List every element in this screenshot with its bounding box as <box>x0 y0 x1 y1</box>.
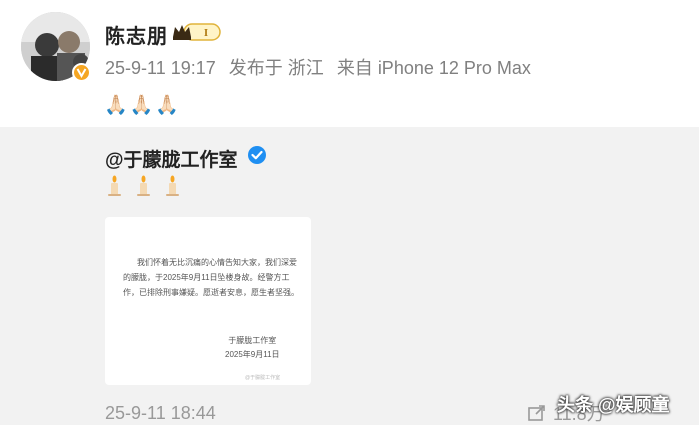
post-meta: 25-9-11 19:17 发布于 浙江 来自 iPhone 12 Pro Ma… <box>105 54 539 80</box>
statement-body: 我们怀着无比沉痛的心情告知大家，我们深爱的朦胧，于2025年9月11日坠楼身故。… <box>123 258 299 297</box>
author-avatar[interactable] <box>21 12 91 82</box>
verified-orange-icon <box>72 63 91 82</box>
post-time[interactable]: 25-9-11 19:17 <box>105 58 216 78</box>
statement-org: 于朦胧工作室 <box>228 336 277 345</box>
share-icon[interactable] <box>527 403 547 423</box>
vip-level-text: I <box>204 27 208 39</box>
weibo-post: 陈志朋 I 25-9-11 19:17 发布于 浙江 来自 iPhone 12 … <box>0 0 699 127</box>
candle-icon <box>108 175 121 196</box>
statement-signature: 于朦胧工作室 2025年9月11日 <box>225 334 280 362</box>
candle-icon <box>137 175 150 196</box>
post-text: 🙏🏻🙏🏻🙏🏻 <box>104 95 181 116</box>
candle-emoji-row <box>105 175 182 197</box>
statement-watermark: @于朦胧工作室 <box>245 375 281 381</box>
reposted-weibo[interactable]: @于朦胧工作室 我们怀着无比沉痛的心情告知大家，我们深爱的朦胧，于2025年9月… <box>0 127 699 425</box>
verified-blue-icon <box>247 145 267 165</box>
statement-image[interactable]: 我们怀着无比沉痛的心情告知大家，我们深爱的朦胧，于2025年9月11日坠楼身故。… <box>105 217 311 385</box>
repost-author[interactable]: @于朦胧工作室 <box>105 145 238 172</box>
toutiao-watermark: 头条 @娱顾童 <box>557 390 670 418</box>
post-location: 发布于 浙江 <box>228 58 324 78</box>
author-name[interactable]: 陈志朋 <box>105 20 168 49</box>
statement-date: 2025年9月11日 <box>225 350 280 359</box>
vip-level-badge[interactable]: I <box>170 21 222 43</box>
repost-time[interactable]: 25-9-11 18:44 <box>105 403 216 424</box>
post-device: 来自 iPhone 12 Pro Max <box>336 58 531 78</box>
candle-icon <box>166 175 179 196</box>
watermark-text: 头条 @娱顾童 <box>557 395 670 415</box>
